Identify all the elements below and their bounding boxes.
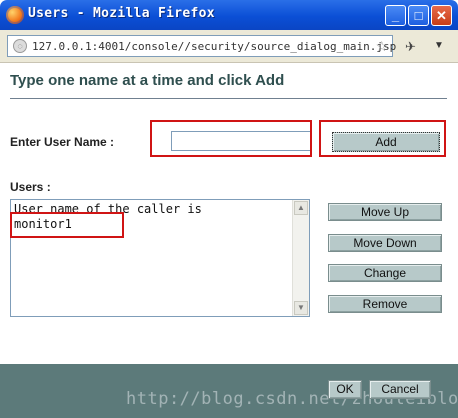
scroll-up-icon[interactable]: ▲ bbox=[294, 201, 308, 215]
ok-button[interactable]: OK bbox=[328, 380, 362, 399]
close-button[interactable]: ✕ bbox=[431, 5, 452, 26]
window-title: Users - Mozilla Firefox bbox=[28, 6, 215, 21]
minimize-button[interactable]: _ bbox=[385, 5, 406, 26]
change-button[interactable]: Change bbox=[328, 264, 442, 282]
star-icon[interactable]: ☆ bbox=[375, 38, 388, 55]
dialog-heading: Type one name at a time and click Add bbox=[10, 72, 285, 89]
addon-icon[interactable]: ✈ bbox=[405, 39, 416, 55]
address-field[interactable]: ◌ 127.0.0.1:4001/console//security/sourc… bbox=[7, 35, 397, 57]
highlight-add-button bbox=[319, 120, 446, 157]
scroll-down-icon[interactable]: ▼ bbox=[294, 301, 308, 315]
highlight-monitor-entry bbox=[10, 212, 124, 238]
username-label: Enter User Name : bbox=[10, 135, 115, 149]
firefox-icon bbox=[6, 6, 24, 24]
move-down-button[interactable]: Move Down bbox=[328, 234, 442, 252]
heading-divider bbox=[10, 98, 447, 99]
move-up-button[interactable]: Move Up bbox=[328, 203, 442, 221]
address-toolbar: ◌ 127.0.0.1:4001/console//security/sourc… bbox=[0, 30, 458, 63]
maximize-button[interactable]: □ bbox=[408, 5, 429, 26]
cancel-button[interactable]: Cancel bbox=[369, 380, 431, 399]
remove-button[interactable]: Remove bbox=[328, 295, 442, 313]
globe-icon: ◌ bbox=[13, 39, 27, 53]
window-title-bar: Users - Mozilla Firefox _ □ ✕ bbox=[0, 0, 458, 30]
chevron-down-icon[interactable]: ▼ bbox=[434, 40, 444, 51]
highlight-username-input bbox=[150, 120, 312, 157]
users-label: Users : bbox=[10, 180, 51, 194]
url-text: 127.0.0.1:4001/console//security/source_… bbox=[32, 40, 397, 53]
users-list-scrollbar[interactable]: ▲ ▼ bbox=[292, 200, 309, 316]
